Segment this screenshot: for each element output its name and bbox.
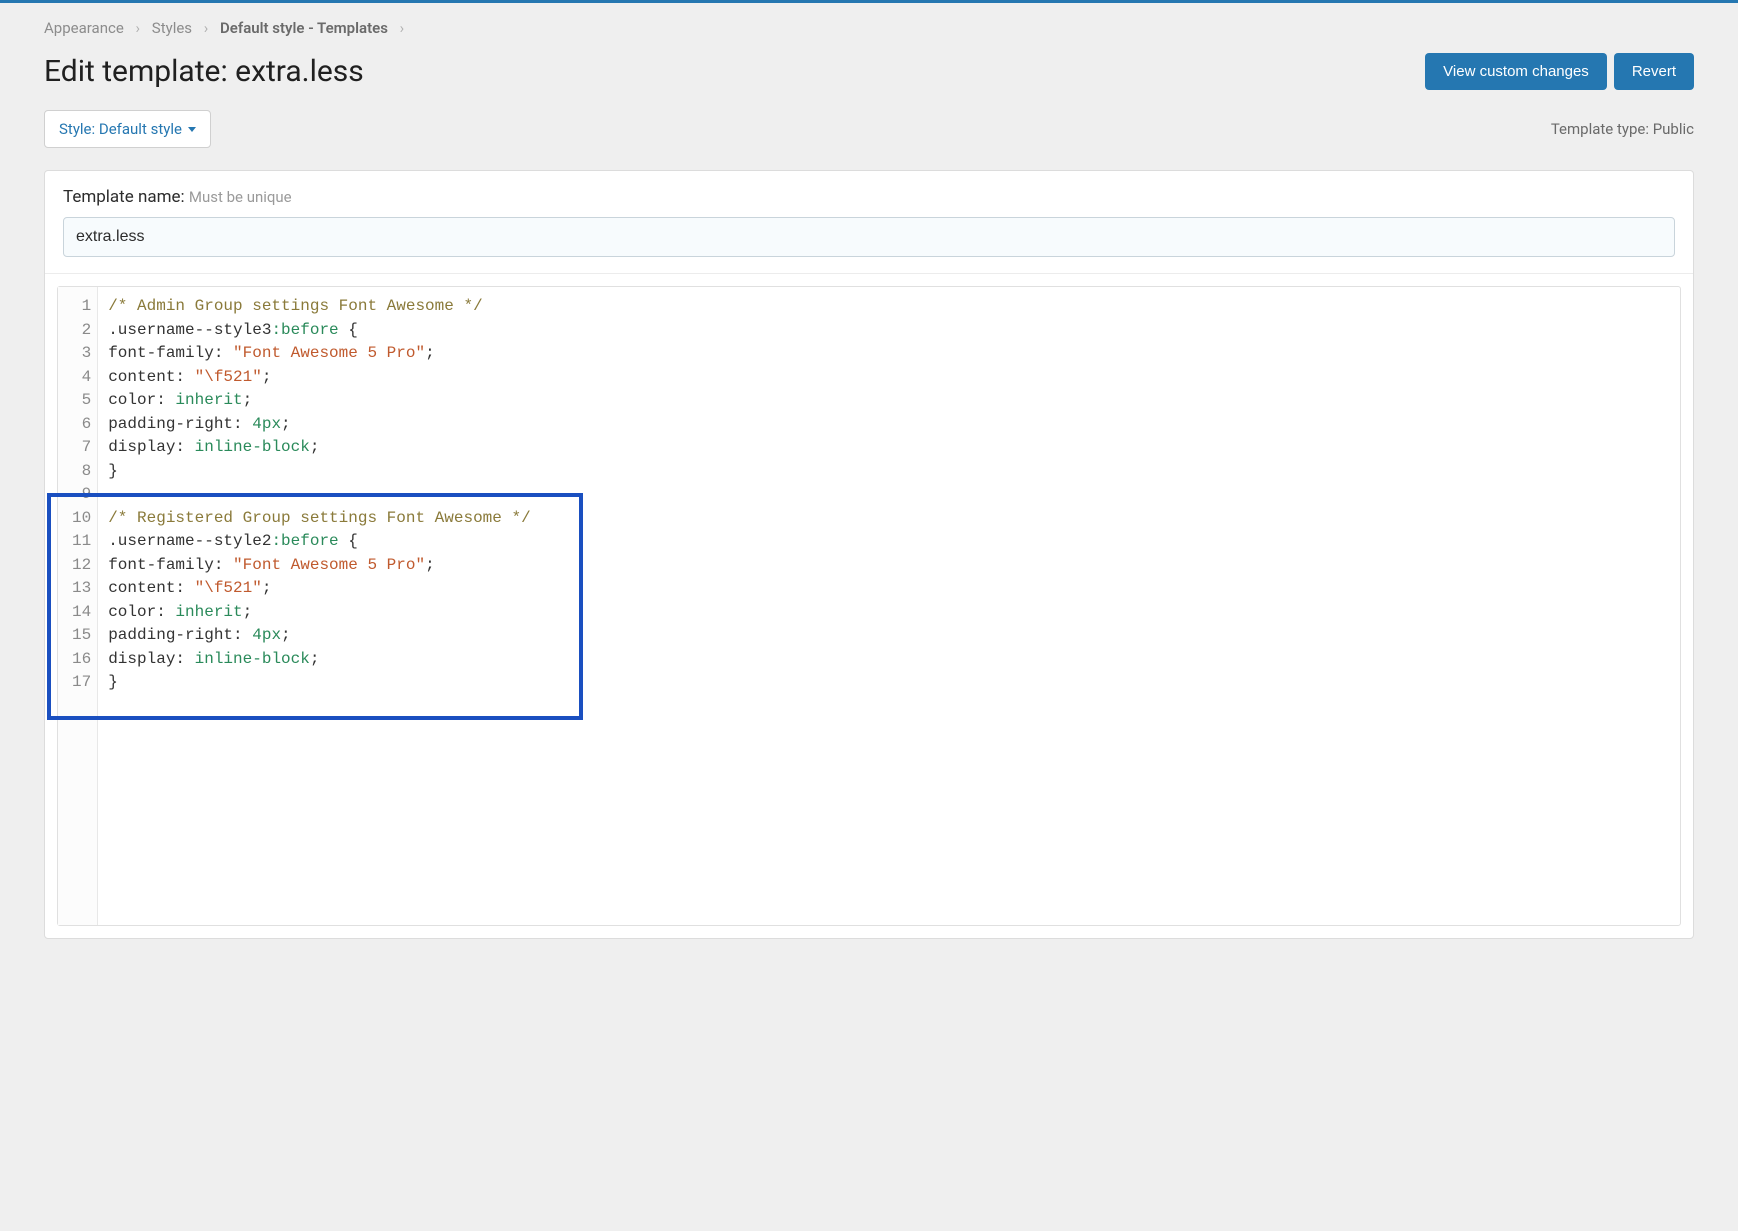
breadcrumb-current: Default style - Templates	[220, 19, 388, 37]
chevron-right-icon: ›	[136, 19, 141, 37]
code-line[interactable]: display: inline-block;	[108, 436, 1670, 460]
code-line[interactable]: content: "\f521";	[108, 577, 1670, 601]
code-line[interactable]: }	[108, 671, 1670, 695]
line-number: 16	[72, 648, 91, 672]
template-name-input[interactable]	[63, 217, 1675, 257]
template-panel: Template name: Must be unique 1234567891…	[44, 170, 1694, 939]
breadcrumb: Appearance › Styles › Default style - Te…	[44, 3, 1694, 47]
line-number: 17	[72, 671, 91, 695]
template-name-hint: Must be unique	[189, 188, 292, 206]
line-number: 12	[72, 554, 91, 578]
code-line[interactable]: /* Admin Group settings Font Awesome */	[108, 295, 1670, 319]
line-number: 8	[72, 460, 91, 484]
chevron-right-icon: ›	[400, 19, 405, 37]
chevron-right-icon: ›	[204, 19, 209, 37]
template-type-label: Template type: Public	[1551, 120, 1694, 138]
breadcrumb-styles[interactable]: Styles	[152, 19, 192, 37]
line-number: 5	[72, 389, 91, 413]
line-number: 10	[72, 507, 91, 531]
line-number: 2	[72, 319, 91, 343]
line-number: 11	[72, 530, 91, 554]
line-number: 1	[72, 295, 91, 319]
line-number: 6	[72, 413, 91, 437]
code-line[interactable]: .username--style3:before {	[108, 319, 1670, 343]
code-line[interactable]: color: inherit;	[108, 601, 1670, 625]
line-number: 3	[72, 342, 91, 366]
code-line[interactable]: }	[108, 460, 1670, 484]
style-selector-dropdown[interactable]: Style: Default style	[44, 110, 211, 148]
line-number: 9	[72, 483, 91, 507]
code-line[interactable]: .username--style2:before {	[108, 530, 1670, 554]
template-name-label: Template name: Must be unique	[63, 187, 1675, 207]
code-area[interactable]: /* Admin Group settings Font Awesome */.…	[98, 287, 1680, 925]
line-number: 4	[72, 366, 91, 390]
code-line[interactable]: content: "\f521";	[108, 366, 1670, 390]
line-number-gutter: 1234567891011121314151617	[58, 287, 98, 925]
code-line[interactable]	[108, 483, 1670, 507]
page-title: Edit template: extra.less	[44, 54, 364, 89]
code-line[interactable]: /* Registered Group settings Font Awesom…	[108, 507, 1670, 531]
code-line[interactable]: display: inline-block;	[108, 648, 1670, 672]
code-line[interactable]: padding-right: 4px;	[108, 624, 1670, 648]
code-line[interactable]: color: inherit;	[108, 389, 1670, 413]
line-number: 7	[72, 436, 91, 460]
code-line[interactable]: padding-right: 4px;	[108, 413, 1670, 437]
code-line[interactable]: font-family: "Font Awesome 5 Pro";	[108, 554, 1670, 578]
code-line[interactable]: font-family: "Font Awesome 5 Pro";	[108, 342, 1670, 366]
revert-button[interactable]: Revert	[1614, 53, 1694, 90]
caret-down-icon	[188, 127, 196, 132]
line-number: 15	[72, 624, 91, 648]
line-number: 14	[72, 601, 91, 625]
code-editor[interactable]: 1234567891011121314151617 /* Admin Group…	[57, 286, 1681, 926]
line-number: 13	[72, 577, 91, 601]
breadcrumb-appearance[interactable]: Appearance	[44, 19, 124, 37]
style-selector-label: Style: Default style	[59, 120, 182, 138]
view-custom-changes-button[interactable]: View custom changes	[1425, 53, 1607, 90]
